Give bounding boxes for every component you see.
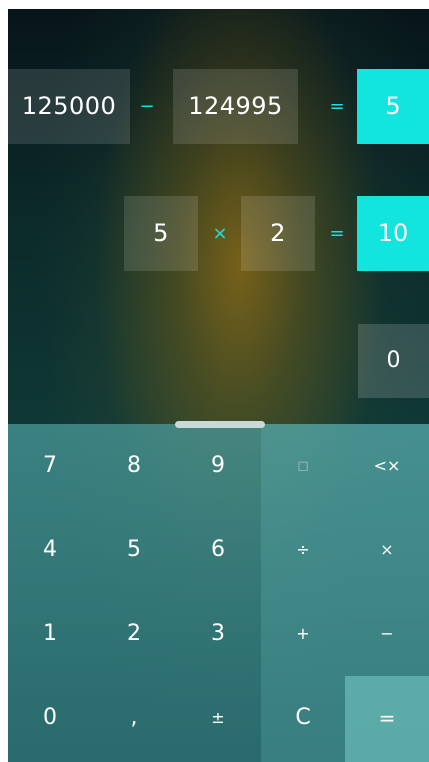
keypad: 7 8 9 ◻ <× 4 5 6 ÷ × 1 2 3 + − 0 , ± C = xyxy=(8,424,429,762)
divide-button[interactable]: ÷ xyxy=(261,508,345,592)
backspace-icon[interactable]: <× xyxy=(345,424,429,508)
history-operator: − xyxy=(139,96,155,117)
add-button[interactable]: + xyxy=(261,592,345,676)
history-operand-left[interactable]: 5 xyxy=(124,196,198,271)
clear-button[interactable]: C xyxy=(261,676,345,760)
subtract-button[interactable]: − xyxy=(345,592,429,676)
key-2[interactable]: 2 xyxy=(92,592,176,676)
key-9[interactable]: 9 xyxy=(176,424,260,508)
sign-toggle-button[interactable]: ± xyxy=(176,676,260,760)
history-operand-right[interactable]: 2 xyxy=(241,196,315,271)
memory-icon[interactable]: ◻ xyxy=(261,424,345,508)
history-panel: 125000 − 124995 = 5 5 × 2 = 10 0 xyxy=(8,9,429,424)
history-row: 5 × 2 = 10 xyxy=(8,196,429,271)
key-0[interactable]: 0 xyxy=(8,676,92,760)
history-result[interactable]: 10 xyxy=(357,196,429,271)
current-value-display: 0 xyxy=(358,324,429,398)
key-5[interactable]: 5 xyxy=(92,508,176,592)
history-operand-left[interactable]: 125000 xyxy=(8,69,130,144)
history-result[interactable]: 5 xyxy=(357,69,429,144)
multiply-button[interactable]: × xyxy=(345,508,429,592)
key-8[interactable]: 8 xyxy=(92,424,176,508)
key-7[interactable]: 7 xyxy=(8,424,92,508)
key-6[interactable]: 6 xyxy=(176,508,260,592)
drag-handle[interactable] xyxy=(175,421,265,428)
history-operator: × xyxy=(212,223,228,244)
history-operand-right[interactable]: 124995 xyxy=(173,69,298,144)
history-row: 125000 − 124995 = 5 xyxy=(8,69,429,144)
key-1[interactable]: 1 xyxy=(8,592,92,676)
history-equals: = xyxy=(329,223,345,244)
decimal-comma-button[interactable]: , xyxy=(92,676,176,760)
history-equals: = xyxy=(329,96,345,117)
calculator-screen: 125000 − 124995 = 5 5 × 2 = 10 0 7 8 9 ◻… xyxy=(8,9,429,762)
key-3[interactable]: 3 xyxy=(176,592,260,676)
equals-button[interactable]: = xyxy=(345,676,429,762)
key-4[interactable]: 4 xyxy=(8,508,92,592)
